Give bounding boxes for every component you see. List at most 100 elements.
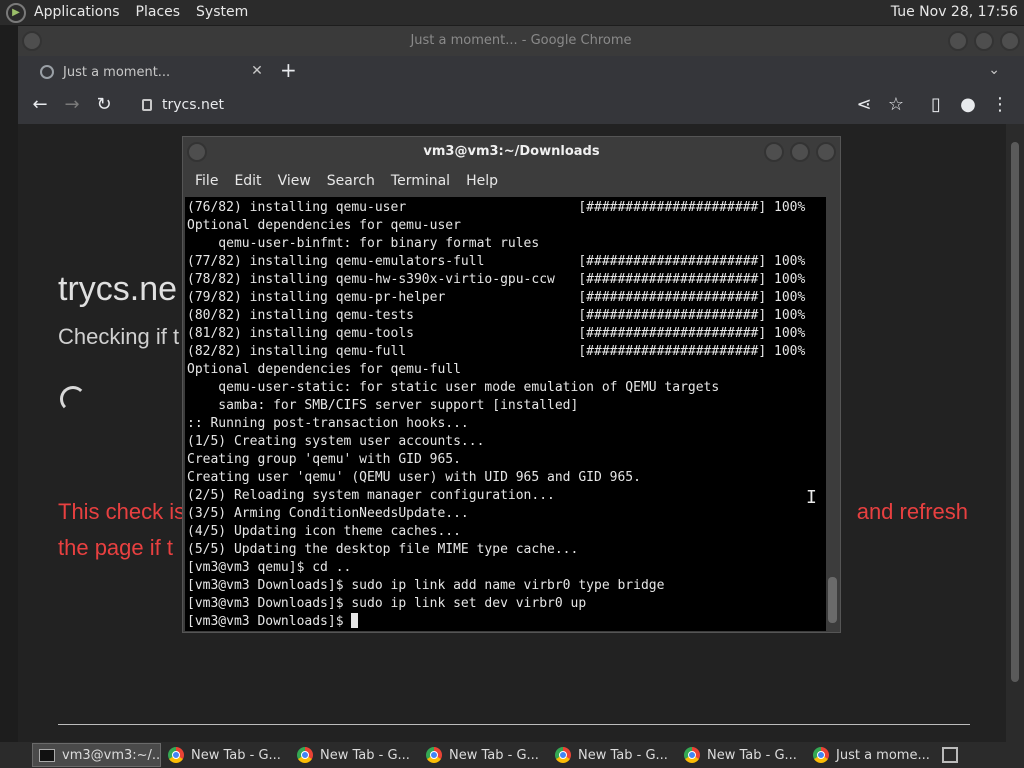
page-heading: trycs.ne [58, 270, 178, 308]
taskbar-item[interactable]: New Tab - G... [161, 743, 290, 767]
chrome-window-title: Just a moment... - Google Chrome [410, 33, 632, 48]
close-button[interactable] [816, 142, 836, 162]
star-icon[interactable]: ☆ [884, 94, 908, 116]
minimize-button[interactable] [764, 142, 784, 162]
url-text[interactable]: trycs.net [162, 97, 224, 113]
side-panel-icon[interactable]: ▯ [924, 94, 948, 116]
terminal-line: (81/82) installing qemu-tools [#########… [187, 326, 806, 341]
text-cursor-icon: I [806, 487, 817, 508]
terminal-line: Optional dependencies for qemu-full [187, 362, 461, 377]
page-subheading: Checking if t [58, 324, 180, 349]
terminal-line: :: Running post-transaction hooks... [187, 416, 469, 431]
menu-edit[interactable]: Edit [226, 173, 269, 189]
chrome-icon [168, 747, 184, 763]
window-menu-button[interactable] [22, 31, 42, 51]
distro-logo-icon[interactable]: ▶ [6, 2, 26, 23]
tab-just-a-moment[interactable]: Just a moment... ✕ [26, 58, 266, 86]
tab-title: Just a moment... [63, 64, 171, 80]
window-menu-button[interactable] [187, 142, 207, 162]
terminal-title: vm3@vm3:~/Downloads [423, 144, 600, 159]
terminal-line: Creating group 'qemu' with GID 965. [187, 452, 461, 467]
loading-spinner [60, 386, 86, 412]
chrome-icon [813, 747, 829, 763]
address-bar[interactable]: trycs.net [130, 90, 910, 120]
page-scrollbar-thumb[interactable] [1011, 142, 1019, 682]
terminal-line: (77/82) installing qemu-emulators-full [… [187, 254, 806, 269]
menu-search[interactable]: Search [319, 173, 383, 189]
terminal-scrollbar[interactable] [826, 197, 839, 631]
terminal-menubar: File Edit View Search Terminal Help [183, 167, 840, 195]
menu-file[interactable]: File [187, 173, 226, 189]
terminal-line: (78/82) installing qemu-hw-s390x-virtio-… [187, 272, 806, 287]
taskbar-items: vm3@vm3:~/... New Tab - G... New Tab - G..… [32, 743, 935, 767]
menu-view[interactable]: View [270, 173, 319, 189]
terminal-line: [vm3@vm3 Downloads]$ sudo ip link add na… [187, 578, 665, 593]
prompt-text: [vm3@vm3 Downloads]$ [187, 614, 352, 629]
clock[interactable]: Tue Nov 28, 17:56 [891, 0, 1018, 25]
maximize-button[interactable] [790, 142, 810, 162]
terminal-line: (79/82) installing qemu-pr-helper [#####… [187, 290, 806, 305]
terminal-line: (5/5) Updating the desktop file MIME typ… [187, 542, 579, 557]
taskbar-item-label: New Tab - G... [707, 747, 797, 763]
terminal-line: (2/5) Reloading system manager configura… [187, 488, 555, 503]
taskbar-item[interactable]: vm3@vm3:~/... [32, 743, 161, 767]
taskbar-item-label: vm3@vm3:~/... [62, 747, 161, 763]
close-button[interactable] [1000, 31, 1020, 51]
taskbar-item-label: New Tab - G... [449, 747, 539, 763]
taskbar-item[interactable]: Just a mome... [806, 743, 935, 767]
taskbar-item-label: New Tab - G... [578, 747, 668, 763]
terminal-line: (3/5) Arming ConditionNeedsUpdate... [187, 506, 469, 521]
reload-icon[interactable]: ↻ [92, 94, 116, 116]
back-icon[interactable]: ← [28, 94, 52, 116]
terminal-line: [vm3@vm3 qemu]$ cd .. [187, 560, 352, 575]
chrome-icon [555, 747, 571, 763]
terminal-line: qemu-user-binfmt: for binary format rule… [187, 236, 540, 251]
applications-menu[interactable]: Applications [26, 0, 128, 25]
terminal-line: qemu-user-static: for static user mode e… [187, 380, 720, 395]
taskbar-item[interactable]: New Tab - G... [419, 743, 548, 767]
top-panel: ▶ Applications Places System Tue Nov 28,… [0, 0, 1024, 25]
taskbar-item[interactable]: New Tab - G... [548, 743, 677, 767]
taskbar-item-label: New Tab - G... [191, 747, 281, 763]
divider [58, 724, 970, 725]
chrome-icon [426, 747, 442, 763]
taskbar-item-label: New Tab - G... [320, 747, 410, 763]
terminal-line: (80/82) installing qemu-tests [#########… [187, 308, 806, 323]
taskbar-item[interactable]: New Tab - G... [677, 743, 806, 767]
system-menu[interactable]: System [188, 0, 256, 25]
toolbar: ← → ↻ trycs.net ⋖ ☆ ▯ ● ⋮ [18, 86, 1024, 124]
globe-icon [40, 65, 54, 79]
places-menu[interactable]: Places [128, 0, 189, 25]
chrome-icon [684, 747, 700, 763]
lock-icon[interactable] [142, 99, 152, 111]
chevron-down-icon[interactable]: ⌄ [988, 62, 1000, 78]
terminal-window: vm3@vm3:~/Downloads File Edit View Searc… [182, 136, 841, 633]
terminal-scrollbar-thumb[interactable] [828, 577, 837, 623]
terminal-titlebar[interactable]: vm3@vm3:~/Downloads [183, 137, 840, 167]
forward-icon[interactable]: → [60, 94, 84, 116]
warning-line-1-right: and refresh [856, 499, 968, 524]
terminal-output[interactable]: (76/82) installing qemu-user [##########… [185, 197, 826, 631]
chrome-titlebar[interactable]: Just a moment... - Google Chrome [18, 26, 1024, 56]
taskbar-item[interactable]: New Tab - G... [290, 743, 419, 767]
new-tab-button[interactable]: + [280, 58, 297, 82]
profile-icon[interactable]: ● [956, 94, 980, 116]
terminal-cursor [351, 613, 359, 628]
taskbar: vm3@vm3:~/... New Tab - G... New Tab - G..… [0, 742, 1024, 768]
show-desktop-icon[interactable] [942, 747, 958, 763]
terminal-icon [39, 748, 55, 762]
close-icon[interactable]: ✕ [248, 63, 266, 79]
minimize-button[interactable] [948, 31, 968, 51]
menu-help[interactable]: Help [458, 173, 506, 189]
terminal-line: (76/82) installing qemu-user [##########… [187, 200, 806, 215]
terminal-line: [vm3@vm3 Downloads]$ sudo ip link set de… [187, 596, 587, 611]
share-icon[interactable]: ⋖ [852, 94, 876, 116]
terminal-line: (82/82) installing qemu-full [##########… [187, 344, 806, 359]
maximize-button[interactable] [974, 31, 994, 51]
chrome-icon [297, 747, 313, 763]
terminal-prompt: [vm3@vm3 Downloads]$ [187, 613, 805, 631]
page-scrollbar[interactable] [1006, 124, 1024, 742]
menu-terminal[interactable]: Terminal [383, 173, 458, 189]
more-menu-icon[interactable]: ⋮ [988, 94, 1012, 116]
terminal-line: Creating user 'qemu' (QEMU user) with UI… [187, 470, 641, 485]
